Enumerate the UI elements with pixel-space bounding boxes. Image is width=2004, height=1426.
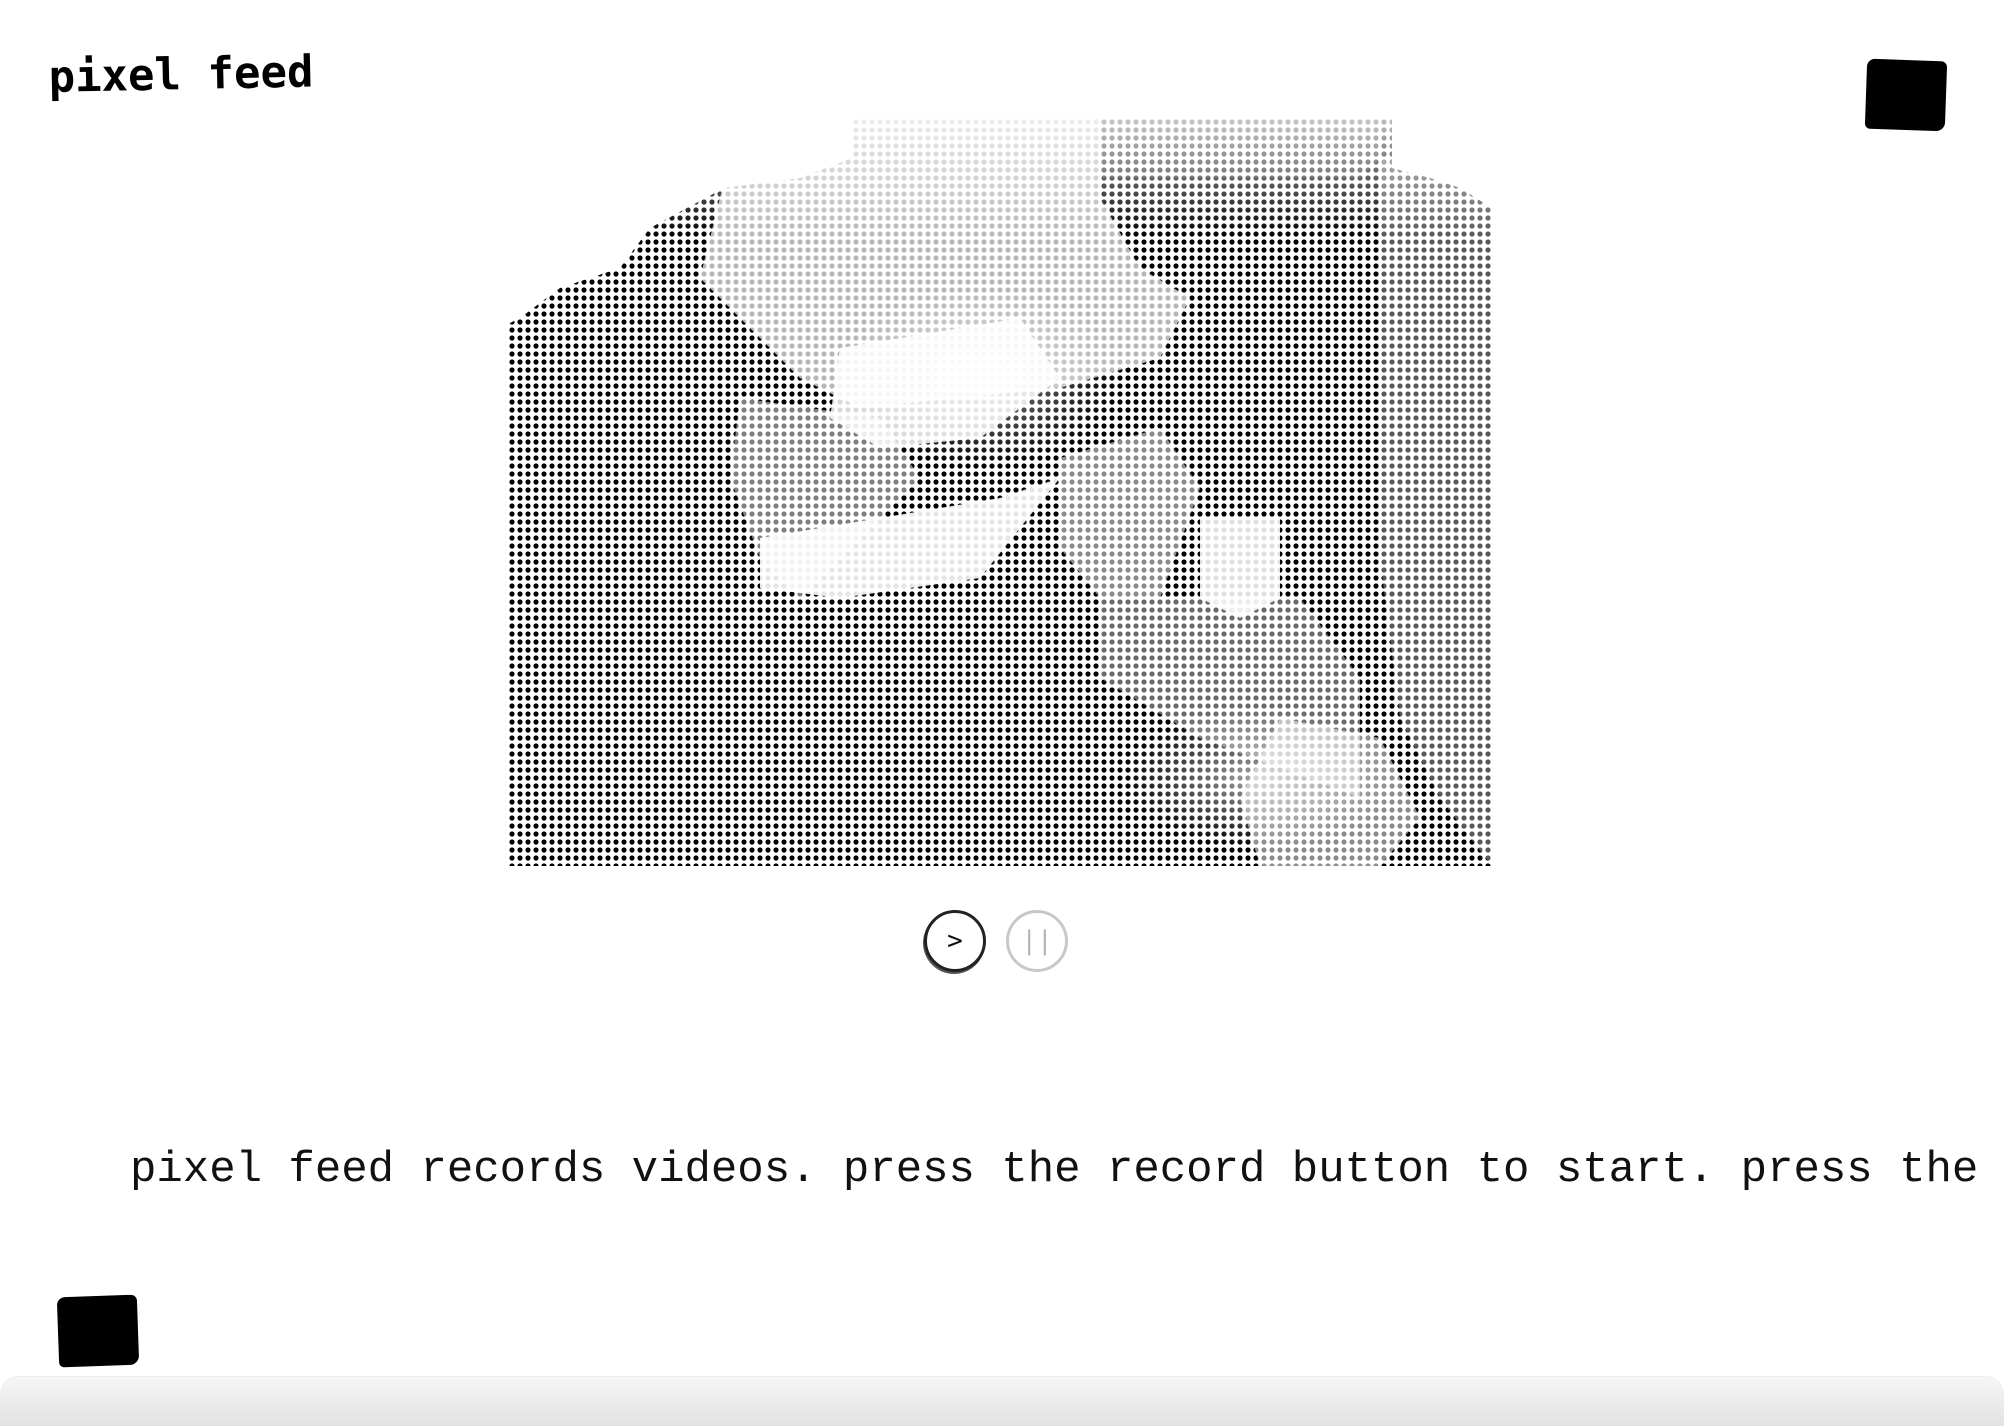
playback-controls: > || bbox=[924, 910, 1068, 972]
info-marquee: pixel feed records videos. press the rec… bbox=[130, 1145, 1979, 1195]
halftone-video-frame bbox=[500, 118, 1492, 866]
record-button-bottom[interactable] bbox=[56, 1294, 140, 1368]
pause-button[interactable]: || bbox=[1006, 910, 1068, 972]
record-button-top[interactable] bbox=[1864, 58, 1948, 132]
app-title: pixel feed bbox=[48, 46, 314, 103]
video-preview bbox=[500, 118, 1492, 866]
bottom-bar bbox=[0, 1376, 2004, 1426]
play-button[interactable]: > bbox=[924, 910, 986, 972]
